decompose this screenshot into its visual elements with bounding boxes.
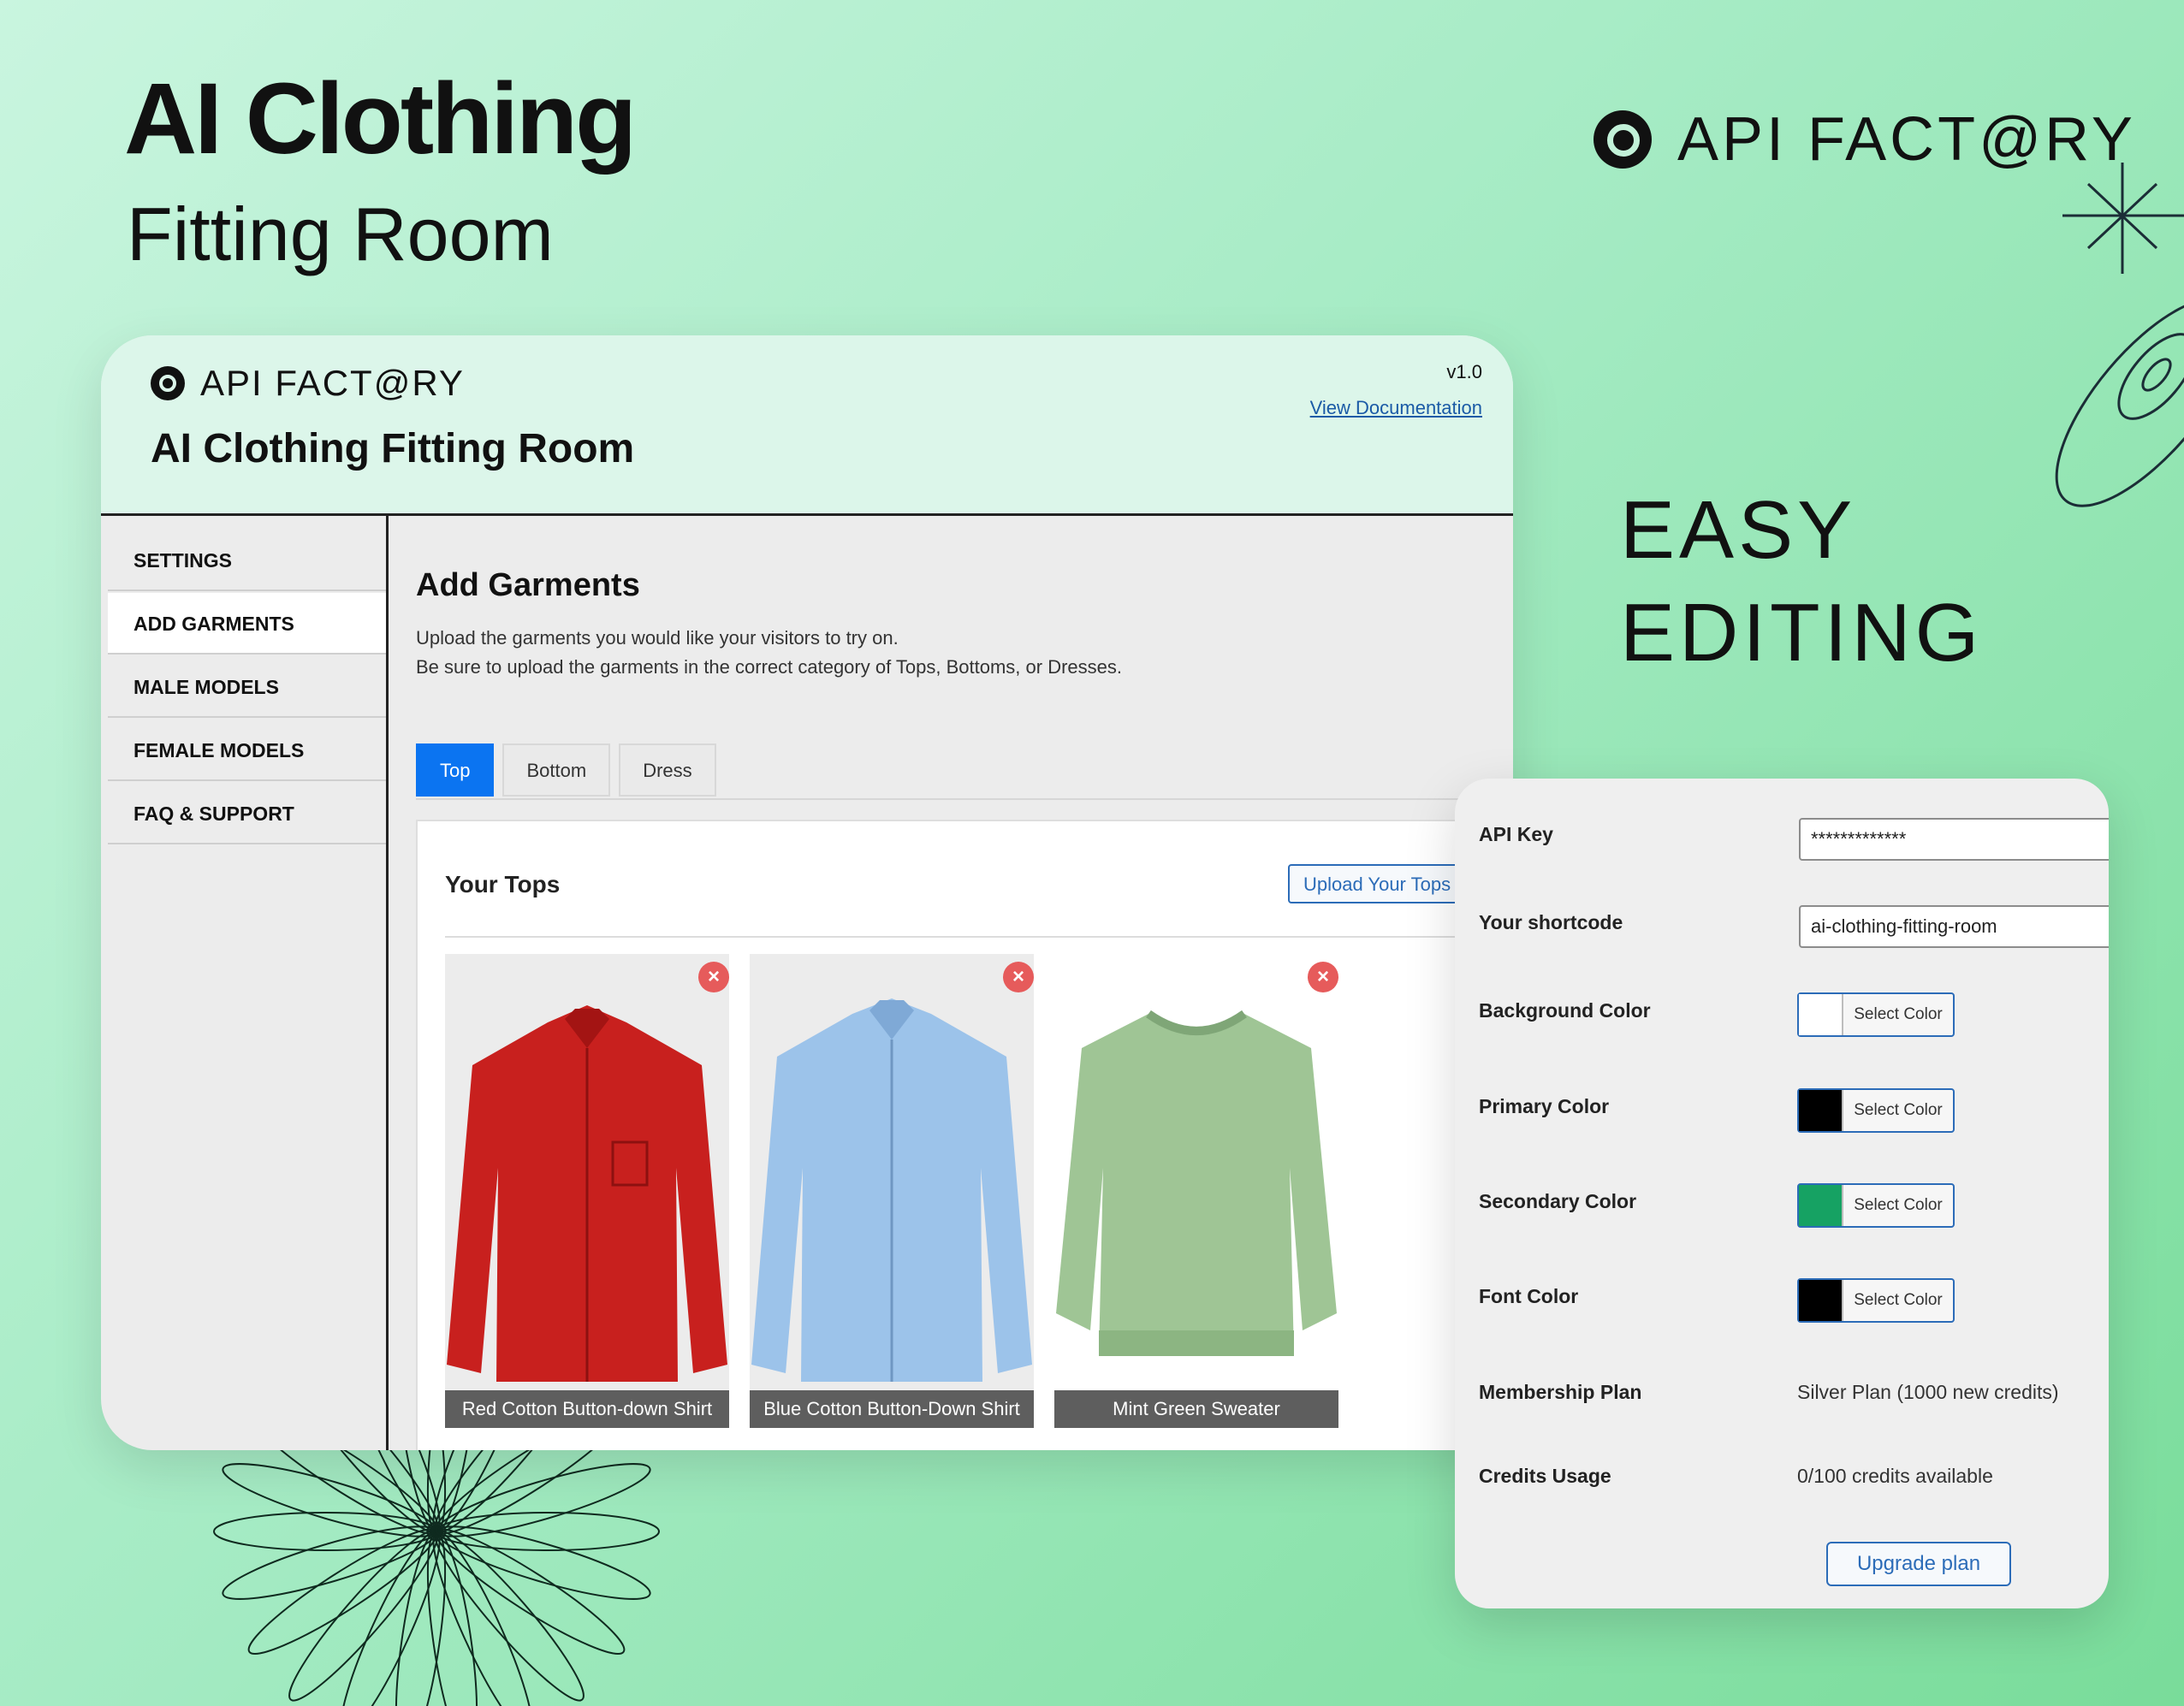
tab-bottom[interactable]: Bottom [502,743,611,797]
api-key-input[interactable]: ************* [1799,818,2109,861]
tops-panel: Your Tops Upload Your Tops Red Cotton Bu… [416,820,1513,1450]
close-circle-icon[interactable]: × [1003,962,1034,992]
hero-subtitle: Fitting Room [127,192,554,276]
tagline-line-2: EDITING [1620,587,1984,678]
garment-name: Red Cotton Button-down Shirt [445,1390,729,1428]
sidebar-item-add-garments[interactable]: ADD GARMENTS [108,593,386,655]
tagline-line-1: EASY [1620,484,1857,576]
close-circle-icon[interactable]: × [1308,962,1338,992]
upload-tops-button[interactable]: Upload Your Tops [1288,864,1467,903]
primary-color-picker[interactable]: Select Color [1797,1088,1955,1133]
sidebar: SETTINGS ADD GARMENTS MALE MODELS FEMALE… [108,516,389,1450]
description-line-1: Upload the garments you would like your … [416,627,899,649]
panel-divider [445,936,1513,938]
garment-name: Blue Cotton Button-Down Shirt [750,1390,1034,1428]
version-label: v1.0 [1446,361,1482,382]
garment-card[interactable]: Blue Cotton Button-Down Shirt [750,954,1034,1428]
app-window: API FACT@RY AI Clothing Fitting Room v1.… [101,335,1513,1450]
page-title: Add Garments [416,567,640,603]
sidebar-item-male-models[interactable]: MALE MODELS [108,656,386,718]
select-color-label: Select Color [1854,1101,1943,1119]
sidebar-item-settings[interactable]: SETTINGS [108,530,386,591]
garment-card[interactable]: Red Cotton Button-down Shirt [445,954,729,1428]
brand-logo: API FACT@RY [1593,104,2136,175]
background-color-picker[interactable]: Select Color [1797,992,1955,1037]
shortcode-input[interactable]: ai-clothing-fitting-room [1799,905,2109,948]
tabs-divider [416,798,1513,800]
brand-name: API FACT@RY [1677,105,2136,174]
select-color-label: Select Color [1854,1291,1943,1309]
color-swatch [1799,1185,1843,1226]
secondary-color-label: Secondary Color [1479,1190,1637,1212]
tab-dress[interactable]: Dress [619,743,716,797]
tagline: EASY EDITING [1620,479,1983,684]
secondary-color-picker[interactable]: Select Color [1797,1183,1955,1228]
description-line-2: Be sure to upload the garments in the co… [416,656,1122,678]
font-color-label: Font Color [1479,1285,1579,1307]
red-shirt-image [445,954,729,1428]
close-circle-icon[interactable]: × [698,962,729,992]
sunburst-decoration [213,1446,660,1706]
upgrade-plan-button[interactable]: Upgrade plan [1826,1542,2011,1586]
panel-title: Your Tops [445,871,561,897]
background-color-label: Background Color [1479,999,1651,1022]
garment-tabs: Top Bottom Dress [416,743,716,797]
garment-card[interactable]: Mint Green Sweater [1054,954,1338,1428]
shortcode-label: Your shortcode [1479,911,1623,933]
sidebar-item-faq-support[interactable]: FAQ & SUPPORT [108,783,386,844]
garment-name: Mint Green Sweater [1054,1390,1338,1428]
select-color-label: Select Color [1854,1005,1943,1023]
app-header: API FACT@RY AI Clothing Fitting Room v1.… [101,335,1513,516]
membership-plan-label: Membership Plan [1479,1381,1642,1403]
color-swatch [1799,1280,1843,1321]
settings-card: API Key ************* Your shortcode ai-… [1455,779,2109,1608]
sparkle-decoration [2055,163,2184,507]
app-logo-text: API FACT@RY [200,363,465,403]
at-sign-icon [151,366,185,400]
green-sweater-image [1054,954,1338,1428]
at-sign-icon [1593,110,1652,169]
color-swatch [1799,1090,1843,1131]
hero-title: AI Clothing [124,62,637,175]
sidebar-item-female-models[interactable]: FEMALE MODELS [108,720,386,781]
blue-shirt-image [750,954,1034,1428]
credits-usage-value: 0/100 credits available [1797,1465,1993,1487]
app-title: AI Clothing Fitting Room [151,426,635,471]
api-key-label: API Key [1479,823,1553,845]
font-color-picker[interactable]: Select Color [1797,1278,1955,1323]
select-color-label: Select Color [1854,1196,1943,1214]
page-description: Upload the garments you would like your … [416,624,1122,682]
primary-color-label: Primary Color [1479,1095,1610,1117]
tab-top[interactable]: Top [416,743,495,797]
credits-usage-label: Credits Usage [1479,1465,1611,1487]
view-documentation-link[interactable]: View Documentation [1310,397,1482,419]
color-swatch [1799,994,1843,1035]
app-logo: API FACT@RY [151,363,465,404]
membership-plan-value: Silver Plan (1000 new credits) [1797,1381,2059,1403]
